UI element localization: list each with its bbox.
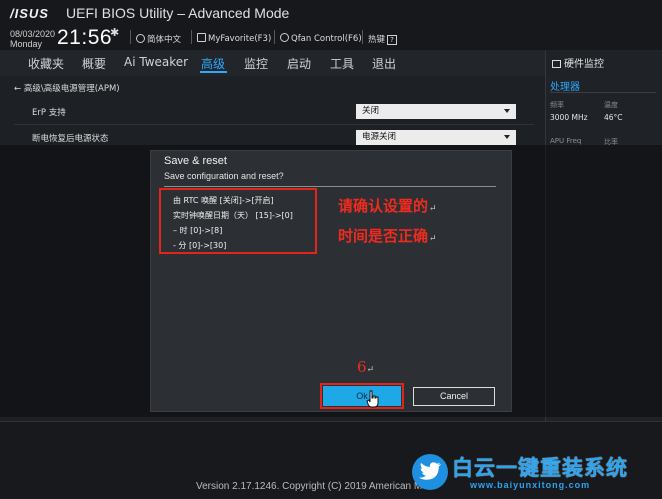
back-arrow-icon[interactable]: ← <box>14 84 21 94</box>
return-mark: ↵ <box>366 365 375 375</box>
restore-ac-power-label: 断电恢复后电源状态 <box>32 134 109 144</box>
section-divider <box>550 92 656 93</box>
row-divider <box>14 124 534 125</box>
dialog-divider <box>164 186 496 187</box>
cpu-frequency-value: 3000 MHz <box>550 113 588 122</box>
asus-logo: /ISUS <box>10 6 49 21</box>
language-button[interactable]: 简体中文 <box>136 33 181 45</box>
header-separator <box>191 30 192 44</box>
cpu-frequency-label: 频率 <box>550 101 564 109</box>
header-separator <box>274 30 275 44</box>
watermark-text: 白云一键重装系统 <box>452 456 628 480</box>
header-separator <box>362 30 363 44</box>
restore-ac-power-dropdown[interactable]: 电源关闭 <box>356 130 516 145</box>
cpu-temperature-label: 温度 <box>604 101 618 109</box>
tab-exit[interactable]: 退出 <box>372 55 396 72</box>
dialog-title: Save & reset <box>164 155 227 167</box>
tab-ai-tweaker[interactable]: Ai Tweaker <box>124 55 188 69</box>
app-title: UEFI BIOS Utility – Advanced Mode <box>66 5 290 21</box>
dialog-subtitle: Save configuration and reset? <box>164 171 284 181</box>
header-separator <box>130 30 131 44</box>
clock-display: 21:56 <box>57 26 113 49</box>
fan-icon <box>280 33 289 42</box>
tab-advanced[interactable]: 高级 <box>201 55 225 72</box>
return-mark: ↵ <box>429 204 437 214</box>
hotkeys-label: 热键 <box>368 35 386 45</box>
annotation-text-2: 时间是否正确 <box>338 227 429 245</box>
tab-monitor[interactable]: 监控 <box>244 55 268 72</box>
bird-icon <box>419 462 441 480</box>
tab-main[interactable]: 概要 <box>82 55 106 72</box>
active-tab-indicator <box>200 71 227 73</box>
cancel-button[interactable]: Cancel <box>413 387 495 406</box>
tab-boot[interactable]: 启动 <box>287 55 311 72</box>
return-mark: ↵ <box>429 234 437 244</box>
language-label: 简体中文 <box>147 35 182 45</box>
step-number-text: 6 <box>357 358 367 376</box>
qfan-control-button[interactable]: Qfan Control(F6) <box>280 33 362 44</box>
chevron-down-icon <box>504 109 510 113</box>
tab-tool[interactable]: 工具 <box>330 55 354 72</box>
erp-support-dropdown[interactable]: 关闭 <box>356 104 516 119</box>
help-icon: ? <box>387 35 398 45</box>
footer-divider <box>0 421 662 422</box>
step-number: 6↵ <box>357 358 374 376</box>
date-text: 08/03/2020 <box>10 29 56 39</box>
weekday-text: Monday <box>10 39 43 49</box>
annotation-line-1: 请确认设置的↵ <box>338 195 437 216</box>
changes-highlight-box <box>159 188 317 254</box>
annotation-text-1: 请确认设置的 <box>338 197 429 215</box>
tab-favorites[interactable]: 收藏夹 <box>28 55 64 72</box>
cpu-temperature-value: 46°C <box>604 113 623 122</box>
erp-support-value: 关闭 <box>362 106 380 116</box>
date-display: 08/03/2020 Monday <box>10 29 55 49</box>
myfavorite-label: MyFavorite(F3) <box>208 34 272 44</box>
watermark-url: www.baiyunxitong.com <box>470 480 591 490</box>
breadcrumb[interactable]: ← 高级\高级电源管理(APM) <box>14 82 120 94</box>
apu-frequency-label: APU Freq <box>550 137 582 145</box>
erp-support-label: ErP 支持 <box>32 108 66 118</box>
breadcrumb-text: 高级\高级电源管理(APM) <box>23 84 120 94</box>
favorite-icon <box>197 33 206 42</box>
hardware-monitor-title-text: 硬件监控 <box>564 59 604 70</box>
ok-button[interactable]: Ok <box>323 386 401 406</box>
chevron-down-icon <box>504 135 510 139</box>
monitor-icon <box>552 60 561 68</box>
restore-ac-power-value: 电源关闭 <box>362 132 397 142</box>
hardware-monitor-title: 硬件监控 <box>552 55 604 70</box>
globe-icon <box>136 34 145 43</box>
twitter-bird-logo-icon <box>412 454 448 490</box>
annotation-line-2: 时间是否正确↵ <box>338 225 437 246</box>
qfan-label: Qfan Control(F6) <box>291 34 362 44</box>
hotkeys-button[interactable]: 热键? <box>368 33 398 45</box>
hand-cursor-icon <box>366 390 379 408</box>
cpu-section-title: 处理器 <box>550 82 580 93</box>
version-text: Version 2.17.1246. Copyright (C) 2019 Am… <box>196 481 428 492</box>
gear-icon[interactable]: ✱ <box>110 26 119 39</box>
myfavorite-button[interactable]: MyFavorite(F3) <box>197 33 271 44</box>
